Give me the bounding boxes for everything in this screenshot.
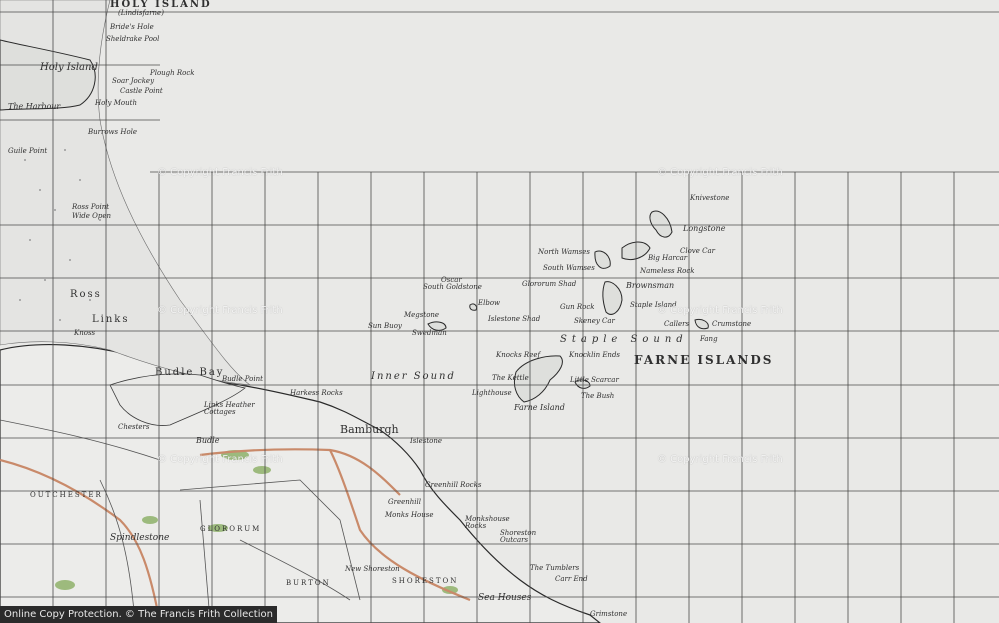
label-farne-islands: FARNE ISLANDS [634, 353, 774, 367]
label-knivestone: Knivestone [690, 194, 730, 202]
label-knoss: Knoss [74, 329, 96, 337]
label-swedman: Swedman [412, 329, 447, 337]
label-the-kettle: The Kettle [492, 374, 529, 382]
watermark: © Copyright Francis Frith [657, 305, 783, 316]
label-nameless-rock: Nameless Rock [640, 267, 695, 275]
watermark: © Copyright Francis Frith [657, 167, 783, 178]
label-little-scarcar: Little Scarcar [570, 376, 619, 384]
label-burrows-hole: Burrows Hole [88, 128, 138, 136]
watermark: © Copyright Francis Frith [157, 167, 283, 178]
label-brownsman: Brownsman [626, 281, 675, 290]
label-north-wamses: North Wamses [538, 248, 590, 256]
label-holy-mouth: Holy Mouth [95, 99, 137, 107]
label-skeney-car: Skeney Car [574, 317, 615, 325]
label-sea-houses: Sea Houses [478, 593, 532, 603]
label-new-shoreston: New Shoreston [345, 565, 400, 573]
label-glororum: GLORORUM [200, 525, 262, 533]
label-clove-car: Clove Car [680, 247, 716, 255]
label-gun-rock: Gun Rock [560, 303, 595, 311]
label-megstone: Megstone [404, 311, 440, 319]
label-greenhill-rocks: Greenhill Rocks [425, 481, 482, 489]
label-links-heather-cottages: Links Heather Cottages [204, 401, 255, 416]
label-budle-point: Budle Point [222, 375, 263, 383]
label-ross-point: Ross Point [72, 203, 110, 211]
label-burton: BURTON [286, 579, 331, 587]
label-holy-island: Holy Island [40, 62, 98, 73]
label-south-wamses: South Wamses [543, 264, 595, 272]
label-farne-island: Farne Island [514, 403, 565, 412]
label-lighthouse: Lighthouse [472, 389, 512, 397]
label-islestone: Islestone [410, 437, 443, 445]
label-crumstone: Crumstone [712, 320, 752, 328]
label-the-tumblers: The Tumblers [530, 564, 580, 572]
label-brides-hole: Bride's Hole [110, 23, 154, 31]
label-shoreston: SHORESTON [392, 577, 459, 585]
label-plough-rock: Plough Rock [150, 69, 195, 77]
label-soar-jockey: Soar Jockey [112, 77, 155, 85]
watermark: © Copyright Francis Frith [157, 454, 283, 465]
label-monkshouse-rocks: Monkshouse Rocks [465, 515, 510, 530]
label-wide-open: Wide Open [72, 212, 112, 220]
label-grimstone: Grimstone [590, 610, 628, 618]
label-fang: Fang [700, 335, 718, 343]
watermark: © Copyright Francis Frith [657, 454, 783, 465]
label-guile-point: Guile Point [8, 147, 48, 155]
label-islestone-shad: Islestone Shad [488, 315, 541, 323]
label-sun-buoy: Sun Buoy [368, 322, 402, 330]
label-chesters: Chesters [118, 423, 150, 431]
label-the-bush: The Bush [581, 392, 615, 400]
label-sheldrake-pool: Sheldrake Pool [106, 35, 160, 43]
map-canvas[interactable]: HOLY ISLAND (Lindisfarne) Bride's Hole S… [0, 0, 999, 623]
label-elbow: Elbow [478, 299, 501, 307]
label-ross: Ross [70, 289, 102, 300]
label-castle-point: Castle Point [120, 87, 163, 95]
label-carr-end: Carr End [555, 575, 588, 583]
label-longstone: Longstone [683, 224, 726, 233]
label-monks-house: Monks House [385, 511, 434, 519]
label-spindlestone: Spindlestone [110, 533, 170, 543]
label-holy-island-sub: (Lindisfarne) [118, 9, 164, 17]
label-staple-sound: Staple Sound [560, 334, 688, 345]
label-outchester: OUTCHESTER [30, 491, 103, 499]
label-inner-sound: Inner Sound [371, 371, 456, 382]
label-harkess-rocks: Harkess Rocks [290, 389, 343, 397]
label-big-harcar: Big Harcar [648, 254, 688, 262]
label-budle-bay: Budle Bay [155, 367, 225, 378]
label-south-goldstone: South Goldstone [423, 283, 482, 291]
label-links: Links [92, 314, 130, 325]
label-glororum-shad: Glororum Shad [522, 280, 577, 288]
copy-protection-footer: Online Copy Protection. © The Francis Fr… [0, 606, 277, 623]
label-shoreston-outcars: Shoreston Outcars [500, 529, 537, 544]
label-knocklin-ends: Knocklin Ends [569, 351, 621, 359]
label-knocks-reef: Knocks Reef [496, 351, 541, 359]
label-callers: Callers [664, 320, 690, 328]
label-budle: Budle [196, 436, 220, 445]
watermark: © Copyright Francis Frith [157, 305, 283, 316]
label-greenhill: Greenhill [388, 498, 421, 506]
label-the-harbour: The Harbour [8, 102, 61, 111]
label-bamburgh: Bamburgh [340, 423, 399, 436]
